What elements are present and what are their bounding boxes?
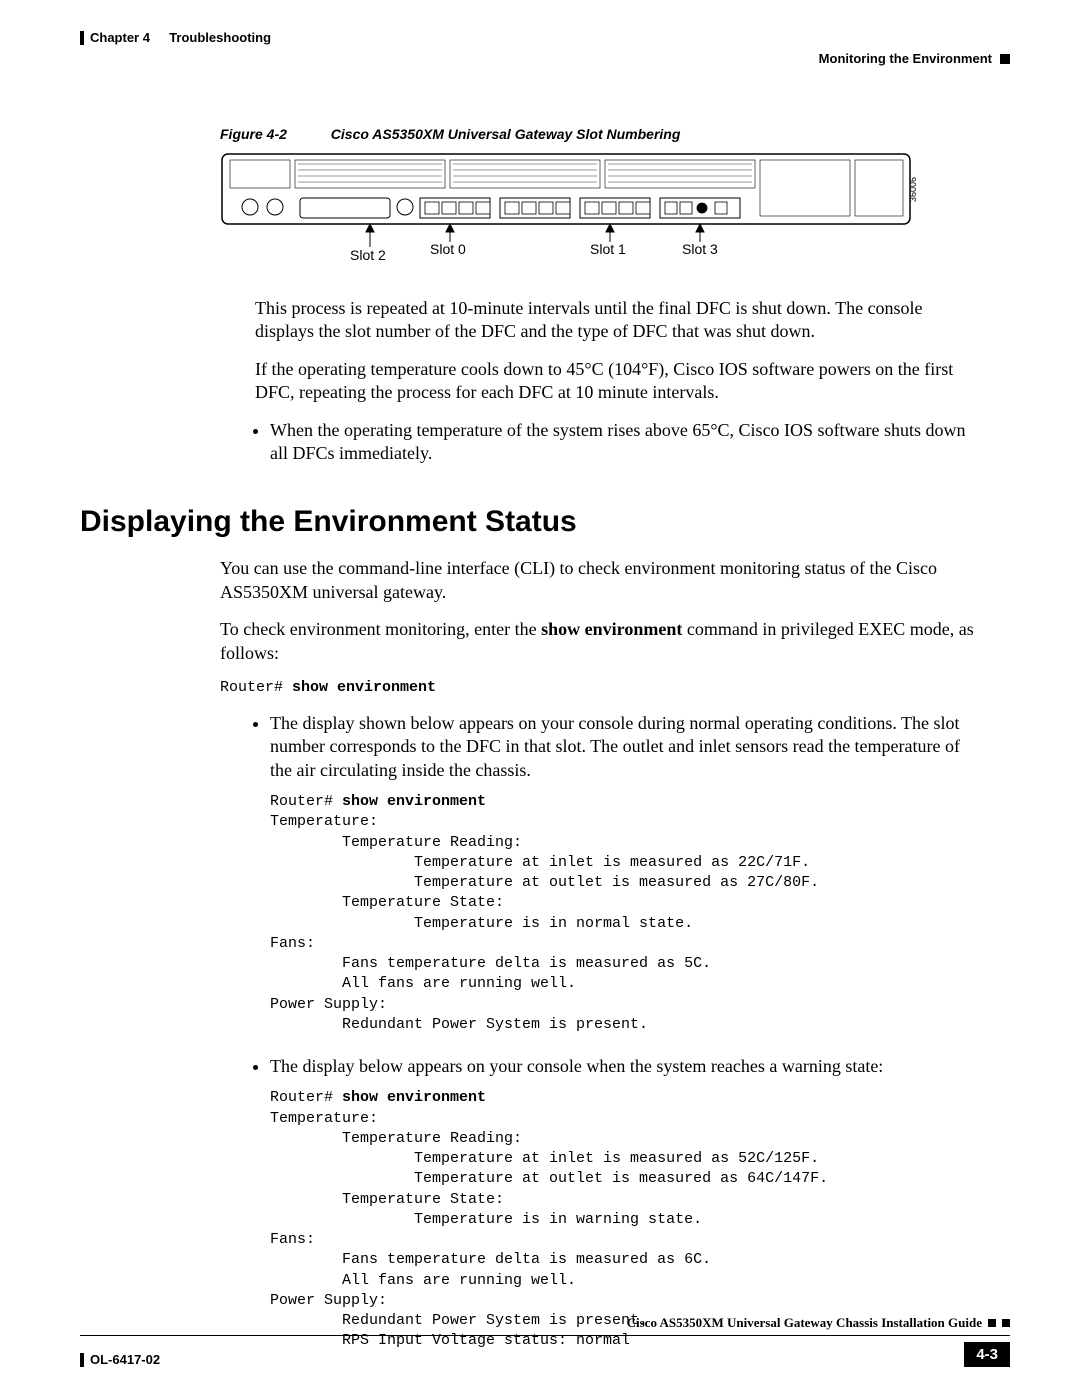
footer-doc-id: OL-6417-02 [90,1352,160,1367]
chapter-label: Chapter 4 [90,30,150,45]
figure-body-text: This process is repeated at 10-minute in… [255,297,980,405]
body-p1: This process is repeated at 10-minute in… [255,297,980,344]
section-label: Monitoring the Environment [819,51,992,66]
intro-p1: You can use the command-line interface (… [220,557,980,604]
page-subheader: Monitoring the Environment [80,51,1010,66]
svg-text:Slot 1: Slot 1 [590,241,626,257]
section-heading: Displaying the Environment Status [80,505,1010,539]
page-header: Chapter 4 Troubleshooting [80,30,1010,45]
normal-output-intro: The display shown below appears on your … [270,712,980,782]
header-square-icon [1000,54,1010,64]
top-bullet-item: When the operating temperature of the sy… [270,419,980,466]
page-number-badge: 4-3 [964,1342,1010,1367]
footer-square-icon [988,1319,996,1327]
warning-output-intro: The display below appears on your consol… [270,1055,980,1078]
cli-prompt: Router# [220,679,292,696]
body-p2: If the operating temperature cools down … [255,358,980,405]
top-bullet-list: When the operating temperature of the sy… [240,419,980,466]
footer-bar-icon [80,1353,84,1367]
chapter-title: Troubleshooting [169,30,271,45]
section-intro: You can use the command-line interface (… [220,557,980,665]
svg-text:Slot 0: Slot 0 [430,241,466,257]
output-bullet-list: The display shown below appears on your … [240,712,980,782]
svg-text:Slot 2: Slot 2 [350,247,386,262]
diagram-id-label: 36006 [908,177,918,202]
footer-square-icon-2 [1002,1319,1010,1327]
figure-caption: Figure 4-2 Cisco AS5350XM Universal Gate… [220,126,1010,142]
header-bar-icon [80,31,84,45]
cli-command: show environment [292,679,436,696]
chassis-diagram: 36006 Slot 2 Slot 0 Slot 1 Slot 3 [220,152,1010,267]
console-output-warning: Router# show environment Temperature: Te… [270,1088,1010,1351]
console-output-normal: Router# show environment Temperature: Te… [270,792,1010,1035]
footer-guide-title: Cisco AS5350XM Universal Gateway Chassis… [627,1315,982,1331]
figure-title: Cisco AS5350XM Universal Gateway Slot Nu… [331,126,681,142]
figure-number: Figure 4-2 [220,126,287,142]
cli-example: Router# show environment [220,679,1010,696]
svg-text:Slot 3: Slot 3 [682,241,718,257]
intro-p2: To check environment monitoring, enter t… [220,618,980,665]
output-bullet-list-2: The display below appears on your consol… [240,1055,980,1078]
page-footer: Cisco AS5350XM Universal Gateway Chassis… [80,1315,1010,1367]
